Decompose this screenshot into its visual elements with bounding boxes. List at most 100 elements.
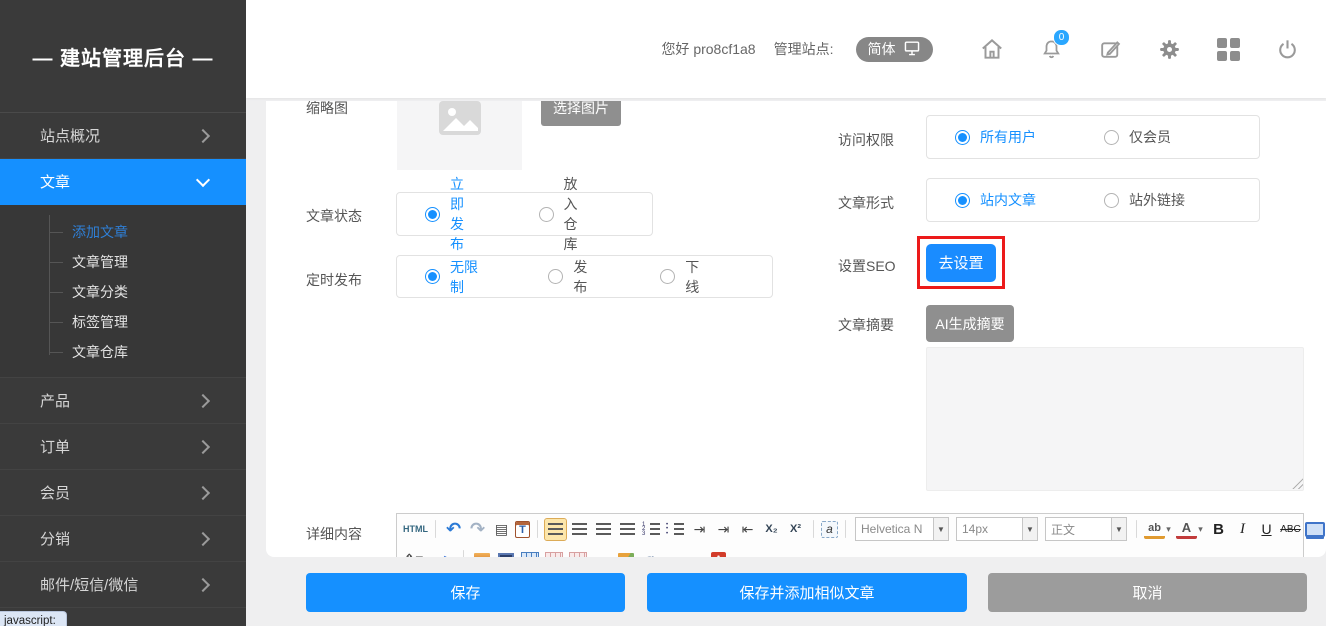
sidebar-item[interactable]: 产品 (0, 378, 246, 424)
edit-icon[interactable] (1097, 36, 1123, 62)
article-form-label: 文章形式 (838, 193, 894, 213)
sidebar-item[interactable]: 文章 (0, 159, 246, 205)
unlink-icon[interactable]: ∞ (687, 549, 708, 558)
auto-typeset-icon[interactable]: a (821, 521, 838, 538)
radio-option[interactable]: 站外链接 (1104, 190, 1185, 210)
fullscreen-icon[interactable] (1304, 519, 1325, 540)
merge-cells-icon[interactable] (567, 549, 588, 558)
justify-icon[interactable] (617, 519, 638, 540)
horizontal-rule-icon[interactable]: — (591, 549, 612, 558)
strikethrough-icon[interactable]: ABC (1280, 519, 1301, 540)
summary-textarea[interactable] (926, 347, 1304, 491)
font-color-caret[interactable]: ▾ (1196, 519, 1205, 540)
radio-option[interactable]: 放入仓库 (539, 174, 585, 254)
attachment-pdf-icon[interactable]: A (711, 552, 726, 558)
radio-option-label: 下线 (685, 257, 704, 297)
choose-image-button[interactable]: 选择图片 (541, 101, 621, 126)
radio-option[interactable]: 无限制 (425, 257, 480, 297)
bold-icon[interactable]: B (1208, 519, 1229, 540)
home-icon[interactable] (979, 36, 1005, 62)
sidebar-nav: 站点概况文章添加文章文章管理文章分类标签管理文章仓库产品订单会员分销邮件/短信/… (0, 112, 246, 608)
chevron-down-icon: ▼ (1022, 518, 1037, 540)
insert-video-icon[interactable] (495, 549, 516, 558)
sidebar-subitem[interactable]: 添加文章 (0, 217, 246, 247)
indent-increase-icon[interactable]: ⇥ (713, 519, 734, 540)
table-row-icon[interactable] (543, 549, 564, 558)
unordered-list-icon[interactable] (665, 519, 686, 540)
radio-selected-icon[interactable] (425, 269, 440, 284)
radio-option[interactable]: 仅会员 (1104, 127, 1171, 147)
article-form-options: 站内文章 站外链接 (926, 178, 1260, 222)
align-left-icon[interactable] (545, 519, 566, 540)
font-size-select[interactable]: 14px ▼ (956, 517, 1038, 541)
redo-icon[interactable]: ↷ (467, 519, 488, 540)
sidebar-subitem[interactable]: 文章管理 (0, 247, 246, 277)
line-height-caret[interactable]: ▾ (423, 549, 432, 558)
sidebar-item[interactable]: 站点概况 (0, 113, 246, 159)
seo-setup-button[interactable]: 去设置 (926, 244, 996, 282)
radio-unselected-icon[interactable] (1104, 193, 1119, 208)
highlight-color-caret[interactable]: ▾ (1164, 519, 1173, 540)
link-icon[interactable]: ∞ (663, 549, 684, 558)
save-button[interactable]: 保存 (306, 573, 625, 612)
radio-unselected-icon[interactable] (539, 207, 554, 222)
radio-unselected-icon[interactable] (1104, 130, 1119, 145)
superscript-icon[interactable]: X² (785, 519, 806, 540)
subscript-icon[interactable]: X₂ (761, 519, 782, 540)
radio-selected-icon[interactable] (955, 193, 970, 208)
radio-selected-icon[interactable] (425, 207, 440, 222)
radio-option[interactable]: 立即发布 (425, 174, 471, 254)
insert-table-icon[interactable] (519, 549, 540, 558)
radio-option[interactable]: 所有用户 (955, 127, 1036, 147)
insert-image-icon[interactable] (471, 549, 492, 558)
anchor-icon[interactable]: ø (639, 549, 660, 558)
font-color-icon[interactable]: A (1176, 520, 1197, 539)
chevron-right-icon (196, 485, 210, 499)
sidebar-item[interactable]: 邮件/短信/微信 (0, 562, 246, 608)
sidebar-item-label: 文章 (40, 171, 70, 192)
radio-unselected-icon[interactable] (548, 269, 563, 284)
power-icon[interactable] (1274, 36, 1300, 62)
sidebar-submenu: 添加文章文章管理文章分类标签管理文章仓库 (0, 205, 246, 378)
sidebar-item[interactable]: 分销 (0, 516, 246, 562)
indent-first-line-icon[interactable]: ⇥ (689, 519, 710, 540)
cancel-button[interactable]: 取消 (988, 573, 1307, 612)
line-height-icon[interactable]: ⇕≡ (403, 549, 424, 558)
font-family-select[interactable]: Helvetica N ▼ (855, 517, 949, 541)
app-logo: — 建站管理后台 — (0, 0, 246, 112)
highlight-color-icon[interactable]: ab (1144, 520, 1165, 539)
chevron-right-icon (196, 577, 210, 591)
underline-icon[interactable]: U (1256, 519, 1277, 540)
align-right-icon[interactable] (593, 519, 614, 540)
italic-icon[interactable]: I (1232, 519, 1253, 540)
radio-option[interactable]: 发布 (548, 257, 592, 297)
html-source-icon[interactable]: HTML (403, 519, 428, 540)
sidebar-subitem[interactable]: 文章仓库 (0, 337, 246, 367)
thumbnail-placeholder[interactable] (397, 101, 522, 170)
paragraph-style-select[interactable]: 正文 ▼ (1045, 517, 1127, 541)
apps-grid-icon[interactable] (1215, 36, 1241, 62)
undo-icon[interactable]: ↶ (443, 519, 464, 540)
print-icon[interactable]: ▤ (491, 519, 512, 540)
ai-generate-summary-button[interactable]: AI生成摘要 (926, 305, 1014, 342)
gear-icon[interactable] (1156, 36, 1182, 62)
image-map-icon[interactable] (615, 549, 636, 558)
save-and-add-similar-button[interactable]: 保存并添加相似文章 (647, 573, 967, 612)
paste-text-icon[interactable]: T (515, 521, 530, 538)
radio-option[interactable]: 站内文章 (955, 190, 1036, 210)
bell-icon[interactable]: 0 (1038, 36, 1064, 62)
radio-unselected-icon[interactable] (660, 269, 675, 284)
sidebar-item[interactable]: 订单 (0, 424, 246, 470)
indent-decrease-icon[interactable]: ⇤ (737, 519, 758, 540)
separator (813, 520, 814, 538)
sidebar-subitem[interactable]: 文章分类 (0, 277, 246, 307)
sidebar-item[interactable]: 会员 (0, 470, 246, 516)
align-center-icon[interactable] (569, 519, 590, 540)
format-eraser-icon[interactable]: ◆ (433, 546, 459, 557)
ordered-list-icon[interactable] (641, 519, 662, 540)
language-toggle-pill[interactable]: 简体 (856, 37, 933, 62)
radio-option[interactable]: 下线 (660, 257, 704, 297)
scheduled-publish-options: 无限制 发布 下线 (396, 255, 773, 298)
sidebar-subitem[interactable]: 标签管理 (0, 307, 246, 337)
radio-selected-icon[interactable] (955, 130, 970, 145)
